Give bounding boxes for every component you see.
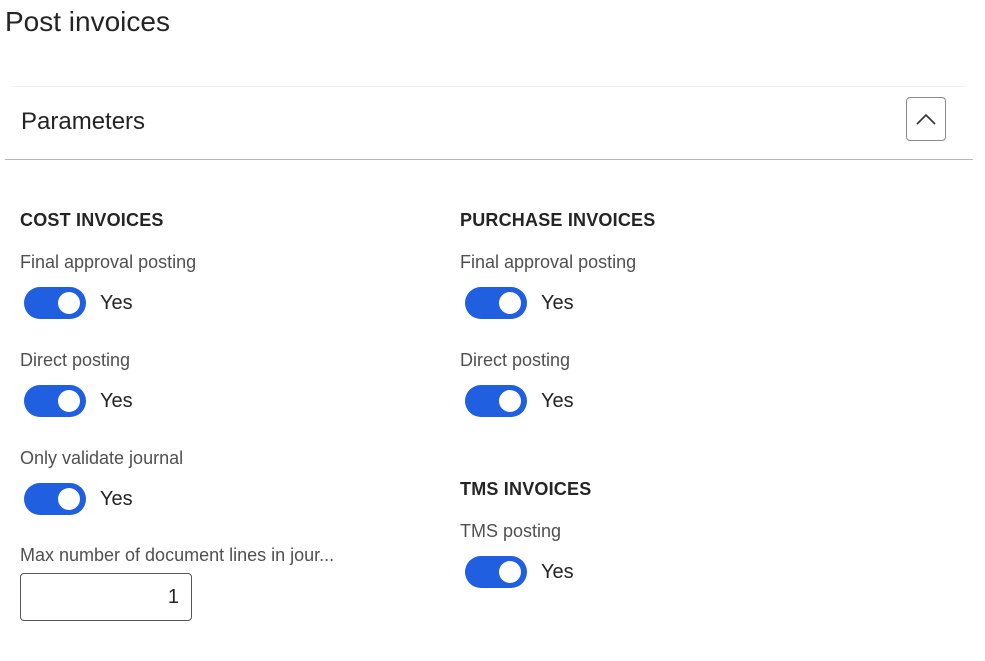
toggle-knob — [58, 390, 80, 412]
toggle-knob — [499, 390, 521, 412]
cost-direct-posting-label: Direct posting — [20, 350, 131, 370]
tms-posting-toggle[interactable] — [465, 556, 527, 588]
max-document-lines-label: Max number of document lines in jour... — [20, 545, 335, 565]
toggle-state-text: Yes — [541, 291, 574, 314]
toggle-knob — [58, 488, 80, 510]
purchase-final-approval-posting-label: Final approval posting — [460, 252, 637, 272]
toggle-state-text: Yes — [541, 560, 574, 583]
purchase-direct-posting-toggle-row[interactable]: Yes — [465, 385, 574, 417]
cost-direct-posting-toggle[interactable] — [24, 385, 86, 417]
purchase-direct-posting-label: Direct posting — [460, 350, 571, 370]
only-validate-journal-label: Only validate journal — [20, 448, 184, 468]
toggle-state-text: Yes — [100, 389, 133, 412]
parameters-section-header[interactable]: Parameters — [5, 87, 973, 160]
purchase-direct-posting-toggle[interactable] — [465, 385, 527, 417]
section-title: Parameters — [21, 108, 146, 135]
purchase-final-approval-posting-toggle-row[interactable]: Yes — [465, 287, 574, 319]
toggle-state-text: Yes — [541, 389, 574, 412]
purchase-final-approval-posting-toggle[interactable] — [465, 287, 527, 319]
purchase-invoices-heading: PURCHASE INVOICES — [460, 210, 656, 230]
collapse-button[interactable] — [906, 97, 946, 141]
toggle-knob — [58, 292, 80, 314]
chevron-up-icon — [916, 113, 936, 125]
page-title: Post invoices — [5, 6, 170, 37]
cost-direct-posting-toggle-row[interactable]: Yes — [24, 385, 133, 417]
only-validate-journal-toggle[interactable] — [24, 483, 86, 515]
cost-invoices-heading: COST INVOICES — [20, 210, 164, 230]
tms-posting-label: TMS posting — [460, 521, 562, 541]
max-document-lines-input[interactable] — [20, 573, 192, 621]
tms-posting-toggle-row[interactable]: Yes — [465, 556, 574, 588]
only-validate-journal-toggle-row[interactable]: Yes — [24, 483, 133, 515]
tms-invoices-heading: TMS INVOICES — [460, 479, 592, 499]
toggle-state-text: Yes — [100, 291, 133, 314]
cost-final-approval-posting-label: Final approval posting — [20, 252, 197, 272]
cost-final-approval-posting-toggle[interactable] — [24, 287, 86, 319]
toggle-state-text: Yes — [100, 487, 133, 510]
cost-final-approval-posting-toggle-row[interactable]: Yes — [24, 287, 133, 319]
toggle-knob — [499, 292, 521, 314]
toggle-knob — [499, 561, 521, 583]
